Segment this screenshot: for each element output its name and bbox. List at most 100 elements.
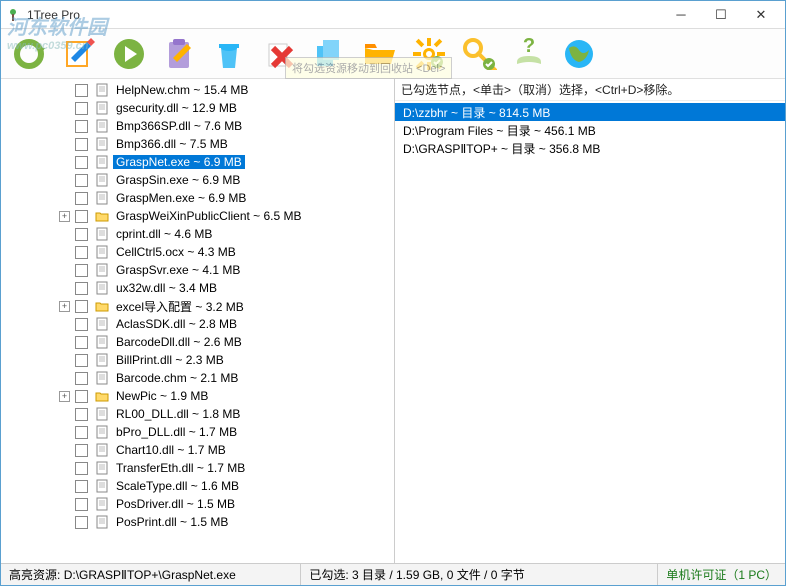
- tree-item[interactable]: + excel导入配置 ~ 3.2 MB: [1, 297, 394, 315]
- tree-item-checkbox[interactable]: [75, 444, 88, 457]
- tree-item-label: ScaleType.dll ~ 1.6 MB: [113, 479, 242, 493]
- status-checked-summary: 已勾选: 3 目录 / 1.59 GB, 0 文件 / 0 字节: [301, 564, 658, 585]
- tree-item-label: Chart10.dll ~ 1.7 MB: [113, 443, 229, 457]
- selection-list-item[interactable]: D:\zzbhr ~ 目录 ~ 814.5 MB: [395, 103, 785, 121]
- tree-item-label: TransferEth.dll ~ 1.7 MB: [113, 461, 248, 475]
- tree-pane[interactable]: HelpNew.chm ~ 15.4 MB gsecurity.dll ~ 12.…: [1, 79, 395, 563]
- tree-item-checkbox[interactable]: [75, 174, 88, 187]
- tree-item-checkbox[interactable]: [75, 408, 88, 421]
- tree-item-checkbox[interactable]: [75, 282, 88, 295]
- status-license[interactable]: 单机许可证（1 PC）: [658, 564, 785, 585]
- tree-item[interactable]: TransferEth.dll ~ 1.7 MB: [1, 459, 394, 477]
- tree-item-label: ux32w.dll ~ 3.4 MB: [113, 281, 220, 295]
- toolbar-tooltip: 将勾选资源移动到回收站 <Del>: [285, 57, 452, 79]
- clipboard-edit-button[interactable]: [157, 32, 201, 76]
- tree-item[interactable]: BarcodeDll.dll ~ 2.6 MB: [1, 333, 394, 351]
- file-tree: HelpNew.chm ~ 15.4 MB gsecurity.dll ~ 12.…: [1, 79, 394, 533]
- tree-item[interactable]: Bmp366SP.dll ~ 7.6 MB: [1, 117, 394, 135]
- app-icon: [5, 7, 21, 23]
- status-highlighted-resource: 高亮资源: D:\GRASPⅡTOP+\GraspNet.exe: [1, 564, 301, 585]
- tree-item-checkbox[interactable]: [75, 336, 88, 349]
- tree-item-checkbox[interactable]: [75, 228, 88, 241]
- tree-item[interactable]: cprint.dll ~ 4.6 MB: [1, 225, 394, 243]
- maximize-button[interactable]: ☐: [701, 3, 741, 27]
- tree-item[interactable]: RL00_DLL.dll ~ 1.8 MB: [1, 405, 394, 423]
- play-button[interactable]: [107, 32, 151, 76]
- tree-item[interactable]: + GraspWeiXinPublicClient ~ 6.5 MB: [1, 207, 394, 225]
- globe-button[interactable]: [557, 32, 601, 76]
- tree-item-label: excel导入配置 ~ 3.2 MB: [113, 298, 247, 315]
- expand-toggle[interactable]: +: [59, 301, 70, 312]
- tree-item[interactable]: GraspNet.exe ~ 6.9 MB: [1, 153, 394, 171]
- help-button[interactable]: ?: [507, 32, 551, 76]
- tree-item[interactable]: bPro_DLL.dll ~ 1.7 MB: [1, 423, 394, 441]
- tree-item-checkbox[interactable]: [75, 84, 88, 97]
- tree-item-checkbox[interactable]: [75, 480, 88, 493]
- tree-item-label: PosPrint.dll ~ 1.5 MB: [113, 515, 231, 529]
- tree-item[interactable]: GraspSvr.exe ~ 4.1 MB: [1, 261, 394, 279]
- tree-item-checkbox[interactable]: [75, 300, 88, 313]
- selection-list-item[interactable]: D:\Program Files ~ 目录 ~ 456.1 MB: [395, 121, 785, 139]
- tree-item-label: PosDriver.dll ~ 1.5 MB: [113, 497, 238, 511]
- edit-button[interactable]: [57, 32, 101, 76]
- tree-item[interactable]: ScaleType.dll ~ 1.6 MB: [1, 477, 394, 495]
- tree-item[interactable]: GraspSin.exe ~ 6.9 MB: [1, 171, 394, 189]
- tree-item-checkbox[interactable]: [75, 138, 88, 151]
- tree-item[interactable]: CellCtrl5.ocx ~ 4.3 MB: [1, 243, 394, 261]
- tree-item-checkbox[interactable]: [75, 318, 88, 331]
- tree-item-label: GraspWeiXinPublicClient ~ 6.5 MB: [113, 209, 305, 223]
- tree-item-label: bPro_DLL.dll ~ 1.7 MB: [113, 425, 240, 439]
- tree-item-label: gsecurity.dll ~ 12.9 MB: [113, 101, 240, 115]
- status-left-label: 高亮资源:: [9, 566, 60, 583]
- tree-item-checkbox[interactable]: [75, 156, 88, 169]
- tree-item-label: RL00_DLL.dll ~ 1.8 MB: [113, 407, 243, 421]
- selection-header: 已勾选节点，<单击>（取消）选择，<Ctrl+D>移除。: [395, 79, 785, 101]
- app-window: 1Tree Pro ─ ☐ ✕ ? 将勾选资源移动到回收站 <Del> Help…: [0, 0, 786, 586]
- tree-item-checkbox[interactable]: [75, 426, 88, 439]
- svg-text:?: ?: [523, 36, 535, 57]
- refresh-button[interactable]: [7, 32, 51, 76]
- selection-list[interactable]: D:\zzbhr ~ 目录 ~ 814.5 MBD:\Program Files…: [395, 101, 785, 159]
- tree-item-checkbox[interactable]: [75, 102, 88, 115]
- tree-item-checkbox[interactable]: [75, 372, 88, 385]
- tree-item-checkbox[interactable]: [75, 246, 88, 259]
- expand-toggle[interactable]: +: [59, 211, 70, 222]
- tree-item[interactable]: Barcode.chm ~ 2.1 MB: [1, 369, 394, 387]
- tree-item-label: GraspSvr.exe ~ 4.1 MB: [113, 263, 243, 277]
- tree-item-checkbox[interactable]: [75, 210, 88, 223]
- close-button[interactable]: ✕: [741, 3, 781, 27]
- tree-item[interactable]: ux32w.dll ~ 3.4 MB: [1, 279, 394, 297]
- tree-item-checkbox[interactable]: [75, 264, 88, 277]
- tree-item[interactable]: HelpNew.chm ~ 15.4 MB: [1, 81, 394, 99]
- tree-item[interactable]: Bmp366.dll ~ 7.5 MB: [1, 135, 394, 153]
- tree-item-label: GraspSin.exe ~ 6.9 MB: [113, 173, 243, 187]
- tree-item-checkbox[interactable]: [75, 462, 88, 475]
- tree-item-checkbox[interactable]: [75, 192, 88, 205]
- expand-toggle[interactable]: +: [59, 391, 70, 402]
- tree-item-label: Bmp366SP.dll ~ 7.6 MB: [113, 119, 245, 133]
- tree-item-label: Barcode.chm ~ 2.1 MB: [113, 371, 241, 385]
- tree-item-label: BillPrint.dll ~ 2.3 MB: [113, 353, 227, 367]
- status-left-path: D:\GRASPⅡTOP+\GraspNet.exe: [64, 568, 236, 582]
- tree-item-checkbox[interactable]: [75, 120, 88, 133]
- tree-item-checkbox[interactable]: [75, 390, 88, 403]
- titlebar: 1Tree Pro ─ ☐ ✕: [1, 1, 785, 29]
- tree-item-checkbox[interactable]: [75, 354, 88, 367]
- tree-item[interactable]: AclasSDK.dll ~ 2.8 MB: [1, 315, 394, 333]
- selection-list-item[interactable]: D:\GRASPⅡTOP+ ~ 目录 ~ 356.8 MB: [395, 139, 785, 157]
- tree-item-label: HelpNew.chm ~ 15.4 MB: [113, 83, 251, 97]
- tree-item[interactable]: GraspMen.exe ~ 6.9 MB: [1, 189, 394, 207]
- tree-item-checkbox[interactable]: [75, 498, 88, 511]
- key-button[interactable]: [457, 32, 501, 76]
- tree-item[interactable]: PosPrint.dll ~ 1.5 MB: [1, 513, 394, 531]
- minimize-button[interactable]: ─: [661, 3, 701, 27]
- tree-item[interactable]: Chart10.dll ~ 1.7 MB: [1, 441, 394, 459]
- tree-item[interactable]: +NewPic ~ 1.9 MB: [1, 387, 394, 405]
- tree-item[interactable]: BillPrint.dll ~ 2.3 MB: [1, 351, 394, 369]
- tree-item-checkbox[interactable]: [75, 516, 88, 529]
- tree-item[interactable]: gsecurity.dll ~ 12.9 MB: [1, 99, 394, 117]
- tree-item[interactable]: PosDriver.dll ~ 1.5 MB: [1, 495, 394, 513]
- tree-item-label: cprint.dll ~ 4.6 MB: [113, 227, 215, 241]
- trash-button[interactable]: [207, 32, 251, 76]
- tree-item-label: BarcodeDll.dll ~ 2.6 MB: [113, 335, 245, 349]
